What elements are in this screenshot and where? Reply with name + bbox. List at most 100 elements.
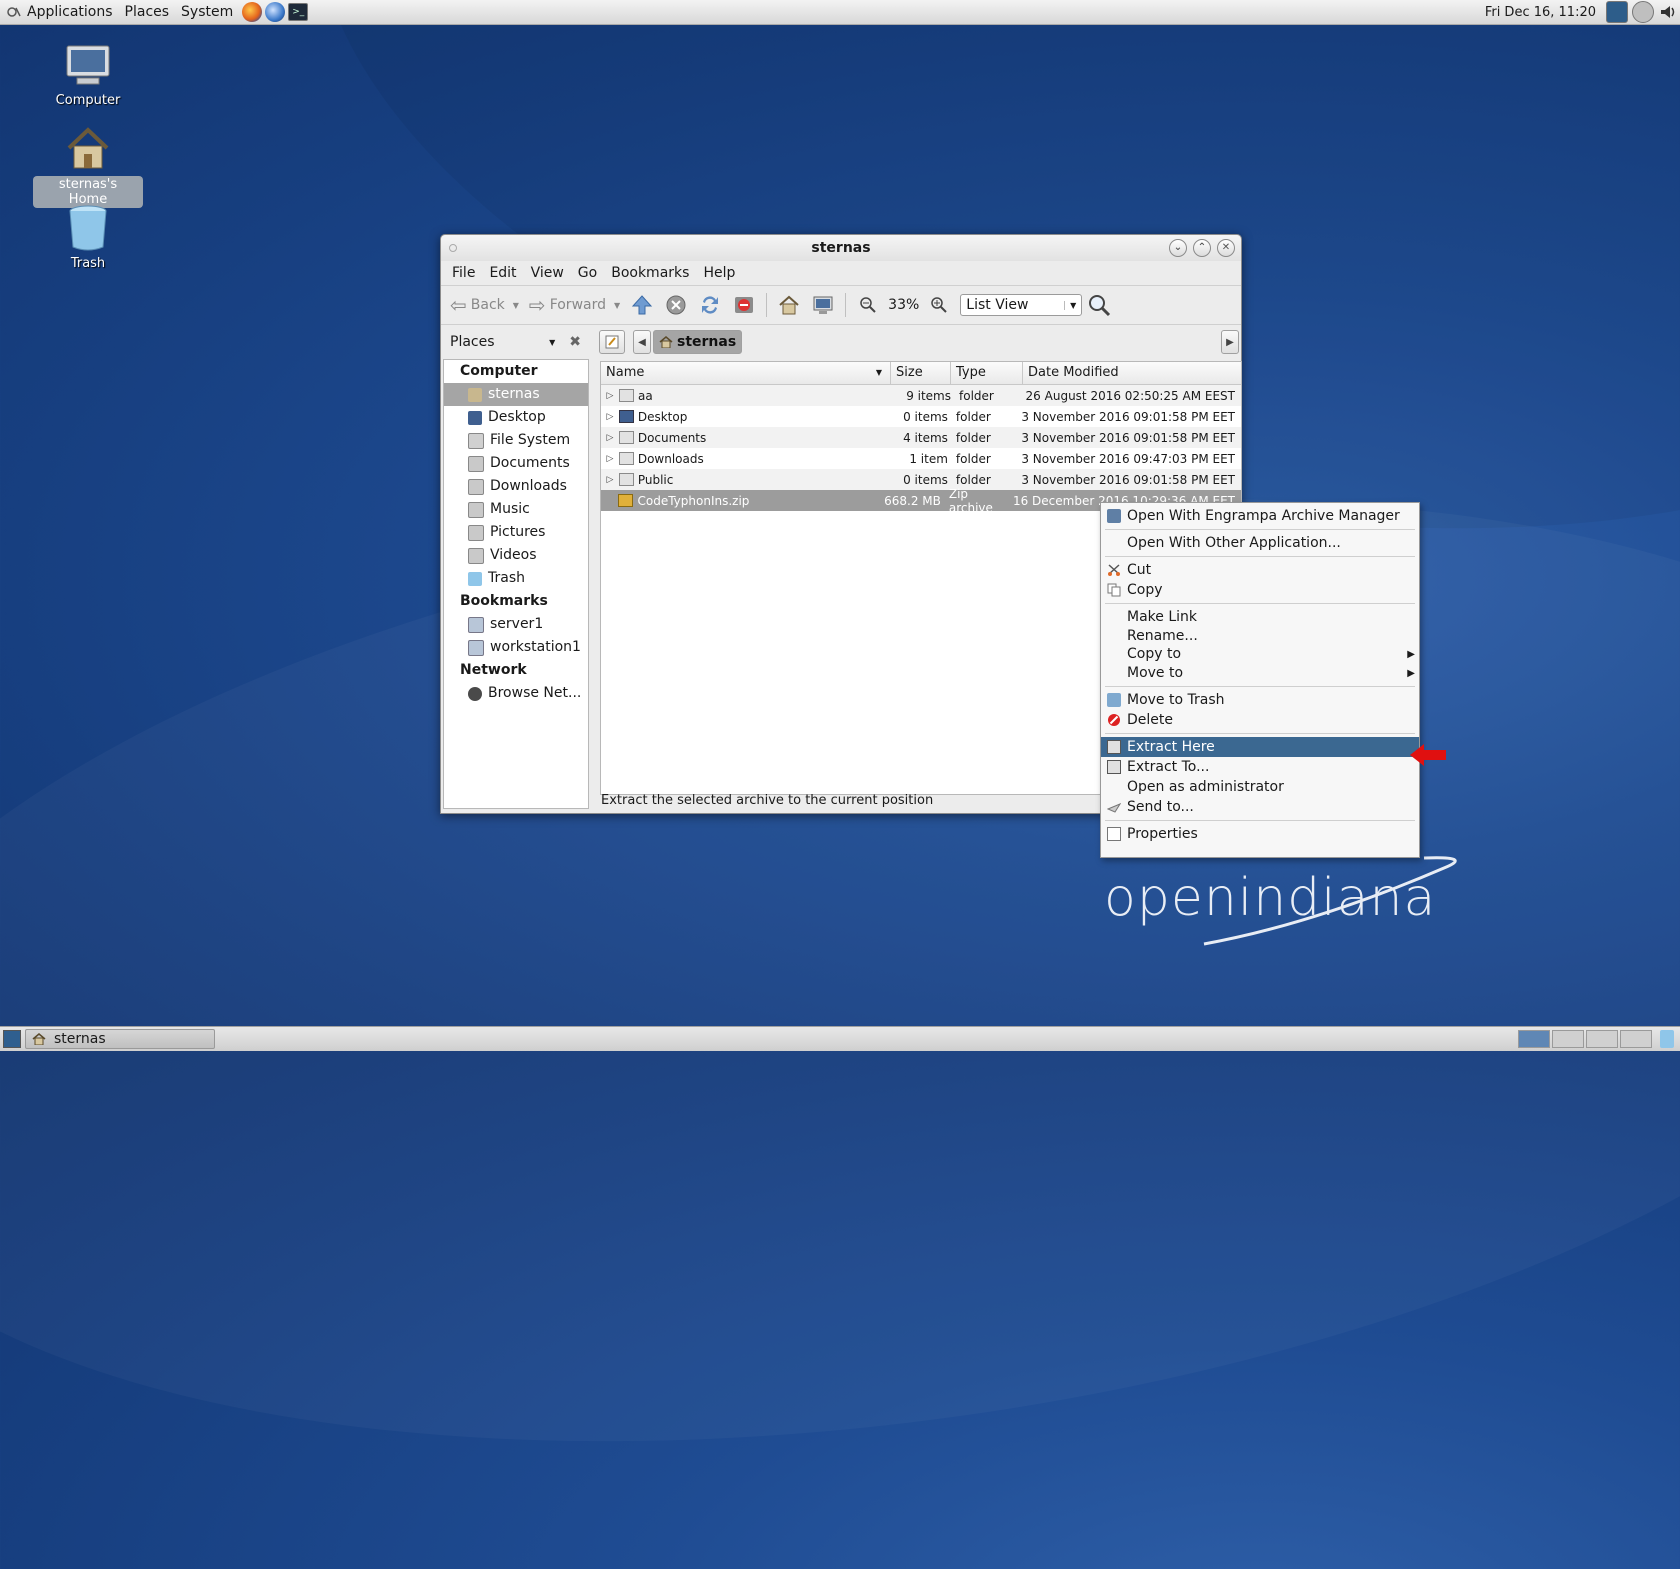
expander-icon[interactable]: ▷ <box>601 475 619 485</box>
sidebar-item-documents[interactable]: Documents <box>444 452 588 475</box>
volume-icon[interactable] <box>1658 2 1678 22</box>
column-header-name[interactable]: Name ▼ <box>601 362 891 384</box>
breadcrumb-sternas[interactable]: sternas <box>653 330 743 354</box>
menu-help[interactable]: Help <box>696 265 742 281</box>
expander-icon[interactable]: ▷ <box>601 412 619 422</box>
system-menu[interactable]: System <box>175 0 239 24</box>
desktop-icon-trash[interactable]: Trash <box>33 205 143 272</box>
thunderbird-launcher-icon[interactable] <box>265 2 286 22</box>
sidebar-item-videos[interactable]: Videos <box>444 544 588 567</box>
maximize-button[interactable]: ⌃ <box>1193 239 1211 257</box>
menu-bookmarks[interactable]: Bookmarks <box>604 265 696 281</box>
zoom-out-button[interactable] <box>856 293 880 317</box>
search-button[interactable] <box>1087 293 1111 317</box>
menu-item-cut[interactable]: Cut <box>1101 560 1419 580</box>
sidebar-item-label: Documents <box>490 455 570 471</box>
column-header-date[interactable]: Date Modified <box>1023 362 1241 384</box>
workspace-2[interactable] <box>1552 1030 1584 1048</box>
window-titlebar[interactable]: sternas ⌄ ⌃ ✕ <box>441 235 1241 261</box>
sidebar-item-music[interactable]: Music <box>444 498 588 521</box>
back-button[interactable]: ⇦ Back ▼ <box>445 290 524 320</box>
expander-icon[interactable]: ▷ <box>601 391 619 401</box>
sidebar-item-browse-network[interactable]: Browse Net... <box>444 682 588 705</box>
view-mode-select[interactable]: List View ▼ <box>960 294 1083 316</box>
minimize-button[interactable]: ⌄ <box>1169 239 1187 257</box>
sidebar-item-downloads[interactable]: Downloads <box>444 475 588 498</box>
trash-applet-icon[interactable] <box>1660 1030 1674 1048</box>
reload-button[interactable] <box>698 293 722 317</box>
file-row[interactable]: ▷ aa 9 items folder 26 August 2016 02:50:25 … <box>601 385 1241 406</box>
workspace-4[interactable] <box>1620 1030 1652 1048</box>
menu-item-move-to[interactable]: Move to ▶ <box>1101 664 1419 683</box>
menu-go[interactable]: Go <box>571 265 604 281</box>
window-menu-dot-icon[interactable] <box>449 244 457 252</box>
workspace-3[interactable] <box>1586 1030 1618 1048</box>
menu-item-open-with-engrampa[interactable]: Open With Engrampa Archive Manager <box>1101 506 1419 526</box>
menu-item-delete[interactable]: Delete <box>1101 710 1419 730</box>
forward-history-icon[interactable]: ▼ <box>614 301 620 310</box>
sidebar-item-trash[interactable]: Trash <box>444 567 588 590</box>
sidebar-item-server1[interactable]: server1 <box>444 613 588 636</box>
file-row[interactable]: ▷ Public 0 items folder 3 November 2016 09:0… <box>601 469 1241 490</box>
clock[interactable]: Fri Dec 16, 11:20 <box>1477 5 1604 20</box>
path-scroll-right-button[interactable]: ▶ <box>1221 330 1239 354</box>
menu-edit[interactable]: Edit <box>482 265 523 281</box>
sidebar-item-sternas[interactable]: sternas <box>444 383 588 406</box>
sidebar-close-icon[interactable]: ✖ <box>569 334 581 350</box>
sidebar-item-file-system[interactable]: File System <box>444 429 588 452</box>
eject-button[interactable] <box>732 293 756 317</box>
menu-item-extract-here[interactable]: Extract Here <box>1101 737 1419 757</box>
sidebar-item-desktop[interactable]: Desktop <box>444 406 588 429</box>
firefox-launcher-icon[interactable] <box>242 2 263 22</box>
applications-menu[interactable]: Applications <box>0 0 119 24</box>
sidebar-title[interactable]: Places <box>450 334 495 350</box>
menu-item-make-link[interactable]: Make Link <box>1101 607 1419 627</box>
taskbar-button-sternas[interactable]: sternas <box>25 1029 215 1049</box>
terminal-launcher-icon[interactable]: >_ <box>288 3 309 21</box>
stop-button[interactable] <box>664 293 688 317</box>
computer-button[interactable] <box>811 293 835 317</box>
expander-icon[interactable]: ▷ <box>601 454 619 464</box>
update-notifier-icon[interactable] <box>1632 1 1654 23</box>
up-button[interactable] <box>630 293 654 317</box>
location-toggle-button[interactable] <box>599 330 625 354</box>
extract-archive-icon <box>1107 740 1121 754</box>
desktop-icon-home[interactable]: sternas's Home <box>33 126 143 208</box>
menu-item-send-to[interactable]: Send to... <box>1101 797 1419 817</box>
menu-separator <box>1105 603 1415 604</box>
menu-item-open-as-administrator[interactable]: Open as administrator <box>1101 777 1419 797</box>
menu-view[interactable]: View <box>524 265 571 281</box>
expander-icon[interactable]: ▷ <box>601 433 619 443</box>
menu-item-open-with-other[interactable]: Open With Other Application... <box>1101 533 1419 553</box>
menu-item-copy[interactable]: Copy <box>1101 580 1419 600</box>
menu-item-rename[interactable]: Rename... <box>1101 627 1419 645</box>
menu-item-properties[interactable]: Properties <box>1101 824 1419 844</box>
sidebar-type-dropdown-icon[interactable]: ▼ <box>549 338 555 347</box>
back-history-icon[interactable]: ▼ <box>513 301 519 310</box>
file-row[interactable]: ▷ Desktop 0 items folder 3 November 2016 09:… <box>601 406 1241 427</box>
menu-item-copy-to[interactable]: Copy to ▶ <box>1101 645 1419 664</box>
desktop-icon-computer[interactable]: Computer <box>33 44 143 109</box>
column-header-size[interactable]: Size <box>891 362 951 384</box>
close-button[interactable]: ✕ <box>1217 239 1235 257</box>
places-menu[interactable]: Places <box>119 0 176 24</box>
column-header-type[interactable]: Type <box>951 362 1023 384</box>
menu-item-extract-to[interactable]: Extract To... <box>1101 757 1419 777</box>
home-button[interactable] <box>777 293 801 317</box>
workspace-1[interactable] <box>1518 1030 1550 1048</box>
zoom-level[interactable]: 33% <box>885 297 922 313</box>
sidebar-item-pictures[interactable]: Pictures <box>444 521 588 544</box>
places-sidebar: Places ▼ ✖ Computer sternas Desktop File… <box>441 325 589 813</box>
file-row[interactable]: ▷ Downloads 1 item folder 3 November 2016 09… <box>601 448 1241 469</box>
user-status-icon[interactable] <box>1606 1 1628 23</box>
file-row[interactable]: ▷ Documents 4 items folder 3 November 2016 0… <box>601 427 1241 448</box>
zoom-in-button[interactable] <box>927 293 951 317</box>
sidebar-item-workstation1[interactable]: workstation1 <box>444 636 588 659</box>
menu-file[interactable]: File <box>445 265 482 281</box>
path-scroll-left-button[interactable]: ◀ <box>633 330 651 354</box>
top-panel: Applications Places System >_ Fri Dec 16… <box>0 0 1680 25</box>
menu-item-move-to-trash[interactable]: Move to Trash <box>1101 690 1419 710</box>
forward-button[interactable]: ⇨ Forward ▼ <box>524 290 625 320</box>
show-desktop-button[interactable] <box>3 1030 21 1048</box>
menu-item-label: Open as administrator <box>1127 779 1284 795</box>
